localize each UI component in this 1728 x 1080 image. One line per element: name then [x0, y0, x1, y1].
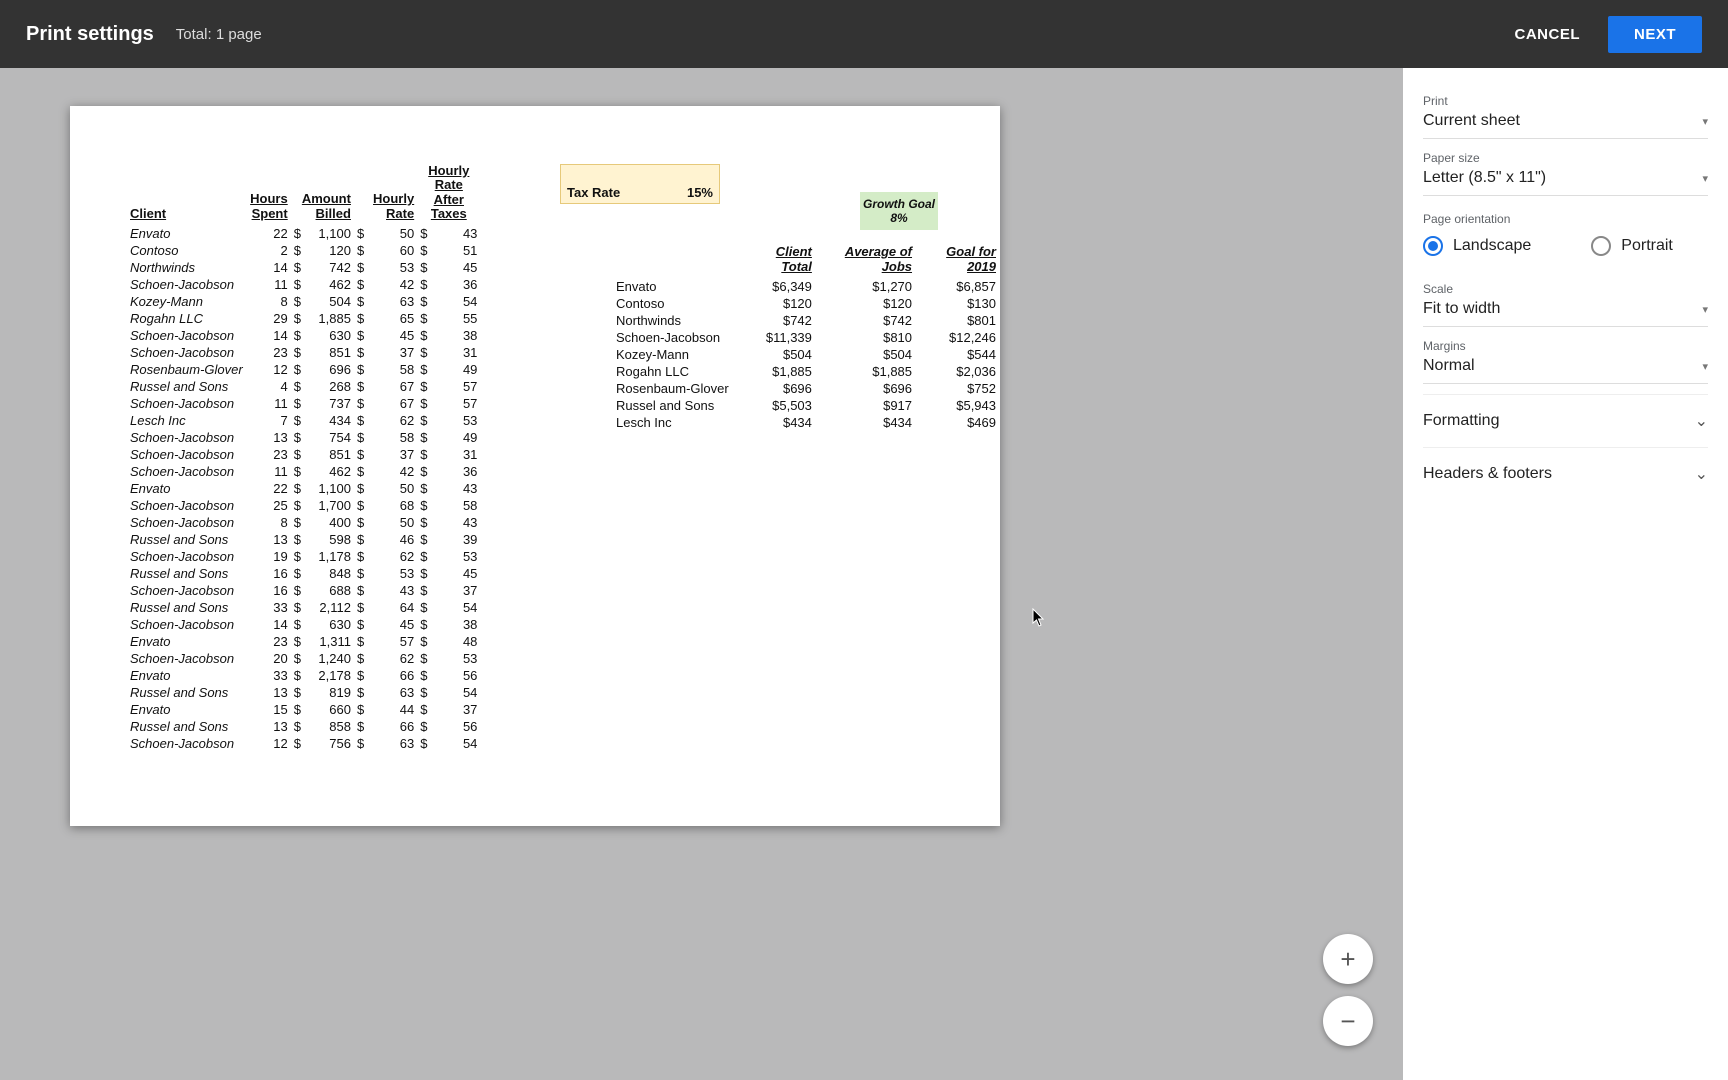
chevron-down-icon: ⌄ — [1695, 464, 1708, 484]
paper-size-select[interactable]: Letter (8.5" x 11") ▾ — [1423, 165, 1708, 196]
orientation-label: Page orientation — [1423, 212, 1708, 226]
top-bar: Print settings Total: 1 page CANCEL NEXT — [0, 0, 1728, 68]
print-value: Current sheet — [1423, 112, 1520, 130]
table-row: Lesch Inc$434$434$469 — [612, 414, 1000, 431]
table-row: Schoen-Jacobson23$851$37$31 — [130, 344, 483, 361]
table-row: Schoen-Jacobson23$851$37$31 — [130, 446, 483, 463]
table-row: Rosenbaum-Glover12$696$58$49 — [130, 361, 483, 378]
table-row: Rogahn LLC29$1,885$65$55 — [130, 310, 483, 327]
table-row: Contoso2$120$60$51 — [130, 242, 483, 259]
zoom-in-button[interactable]: + — [1323, 934, 1373, 984]
orientation-landscape-radio[interactable]: Landscape — [1423, 236, 1531, 256]
scale-value: Fit to width — [1423, 300, 1500, 318]
table-row: Russel and Sons13$819$63$54 — [130, 684, 483, 701]
mouse-cursor-icon — [1032, 608, 1046, 628]
jobs-table: Client Hours Spent Amount Billed Hourly … — [130, 164, 483, 752]
table-row: Russel and Sons4$268$67$57 — [130, 378, 483, 395]
col-client: Client — [130, 164, 249, 225]
chevron-down-icon: ▾ — [1702, 360, 1708, 373]
col-amount: Amount Billed — [294, 164, 357, 225]
radio-selected-icon — [1423, 236, 1443, 256]
page-total: Total: 1 page — [176, 26, 262, 43]
radio-unselected-icon — [1591, 236, 1611, 256]
summary-table: . Client Total Average of Jobs Goal for … — [612, 244, 1000, 431]
table-row: Schoen-Jacobson12$756$63$54 — [130, 735, 483, 752]
col-average-jobs: Average of Jobs — [816, 244, 916, 278]
table-row: Russel and Sons33$2,112$64$54 — [130, 599, 483, 616]
headers-footers-label: Headers & footers — [1423, 465, 1552, 483]
table-row: Russel and Sons13$598$46$39 — [130, 531, 483, 548]
table-row: Schoen-Jacobson13$754$58$49 — [130, 429, 483, 446]
scale-label: Scale — [1423, 282, 1708, 296]
table-row: Schoen-Jacobson14$630$45$38 — [130, 327, 483, 344]
growth-goal-box: Growth Goal 8% — [860, 192, 938, 230]
table-row: Kozey-Mann$504$504$544 — [612, 346, 1000, 363]
table-row: Northwinds$742$742$801 — [612, 312, 1000, 329]
table-row: Kozey-Mann8$504$63$54 — [130, 293, 483, 310]
table-row: Envato22$1,100$50$43 — [130, 225, 483, 242]
table-row: Schoen-Jacobson8$400$50$43 — [130, 514, 483, 531]
chevron-down-icon: ▾ — [1702, 172, 1708, 185]
zoom-out-button[interactable]: − — [1323, 996, 1373, 1046]
paper-size-label: Paper size — [1423, 151, 1708, 165]
table-row: Rosenbaum-Glover$696$696$752 — [612, 380, 1000, 397]
table-row: Russel and Sons13$858$66$56 — [130, 718, 483, 735]
col-after: Hourly RateAfter Taxes — [420, 164, 483, 225]
growth-goal-value: 8% — [890, 211, 907, 225]
table-row: Russel and Sons16$848$53$45 — [130, 565, 483, 582]
print-label: Print — [1423, 94, 1708, 108]
settings-sidebar: Print Current sheet ▾ Paper size Letter … — [1403, 68, 1728, 1080]
table-row: Envato15$660$44$37 — [130, 701, 483, 718]
margins-select[interactable]: Normal ▾ — [1423, 353, 1708, 384]
table-row: Schoen-Jacobson11$462$42$36 — [130, 276, 483, 293]
table-row: Schoen-Jacobson$11,339$810$12,246 — [612, 329, 1000, 346]
minus-icon: − — [1340, 1006, 1355, 1037]
print-preview-page: Client Hours Spent Amount Billed Hourly … — [70, 106, 1000, 826]
orientation-portrait-radio[interactable]: Portrait — [1591, 236, 1673, 256]
cancel-button[interactable]: CANCEL — [1508, 25, 1586, 44]
col-rate: Hourly Rate — [357, 164, 420, 225]
chevron-down-icon: ▾ — [1702, 115, 1708, 128]
paper-size-value: Letter (8.5" x 11") — [1423, 169, 1546, 187]
formatting-expander[interactable]: Formatting ⌄ — [1423, 394, 1708, 447]
margins-value: Normal — [1423, 357, 1475, 375]
formatting-label: Formatting — [1423, 412, 1499, 430]
page-title: Print settings — [26, 23, 154, 46]
table-row: Schoen-Jacobson16$688$43$37 — [130, 582, 483, 599]
table-row: Russel and Sons$5,503$917$5,943 — [612, 397, 1000, 414]
col-hours: Hours Spent — [249, 164, 294, 225]
tax-rate-box: Tax Rate 15% — [560, 164, 720, 204]
table-row: Envato33$2,178$66$56 — [130, 667, 483, 684]
chevron-down-icon: ▾ — [1702, 303, 1708, 316]
tax-rate-label: Tax Rate — [567, 185, 620, 200]
table-row: Envato$6,349$1,270$6,857 — [612, 278, 1000, 295]
chevron-down-icon: ⌄ — [1695, 411, 1708, 431]
table-row: Schoen-Jacobson11$462$42$36 — [130, 463, 483, 480]
table-row: Envato23$1,311$57$48 — [130, 633, 483, 650]
table-row: Schoen-Jacobson20$1,240$62$53 — [130, 650, 483, 667]
table-row: Schoen-Jacobson25$1,700$68$58 — [130, 497, 483, 514]
preview-area[interactable]: Client Hours Spent Amount Billed Hourly … — [0, 68, 1403, 1080]
scale-select[interactable]: Fit to width ▾ — [1423, 296, 1708, 327]
table-row: Northwinds14$742$53$45 — [130, 259, 483, 276]
next-button[interactable]: NEXT — [1608, 16, 1702, 53]
col-client-total: Client Total — [742, 244, 816, 278]
table-row: Envato22$1,100$50$43 — [130, 480, 483, 497]
table-row: Contoso$120$120$130 — [612, 295, 1000, 312]
print-select[interactable]: Current sheet ▾ — [1423, 108, 1708, 139]
tax-rate-value: 15% — [687, 185, 713, 200]
col-goal-2019: Goal for 2019 — [916, 244, 1000, 278]
margins-label: Margins — [1423, 339, 1708, 353]
table-row: Schoen-Jacobson11$737$67$57 — [130, 395, 483, 412]
orientation-landscape-label: Landscape — [1453, 237, 1531, 255]
table-row: Lesch Inc7$434$62$53 — [130, 412, 483, 429]
orientation-portrait-label: Portrait — [1621, 237, 1673, 255]
table-row: Schoen-Jacobson19$1,178$62$53 — [130, 548, 483, 565]
headers-footers-expander[interactable]: Headers & footers ⌄ — [1423, 447, 1708, 500]
table-row: Schoen-Jacobson14$630$45$38 — [130, 616, 483, 633]
table-row: Rogahn LLC$1,885$1,885$2,036 — [612, 363, 1000, 380]
growth-goal-label: Growth Goal — [863, 197, 935, 211]
plus-icon: + — [1340, 944, 1355, 975]
